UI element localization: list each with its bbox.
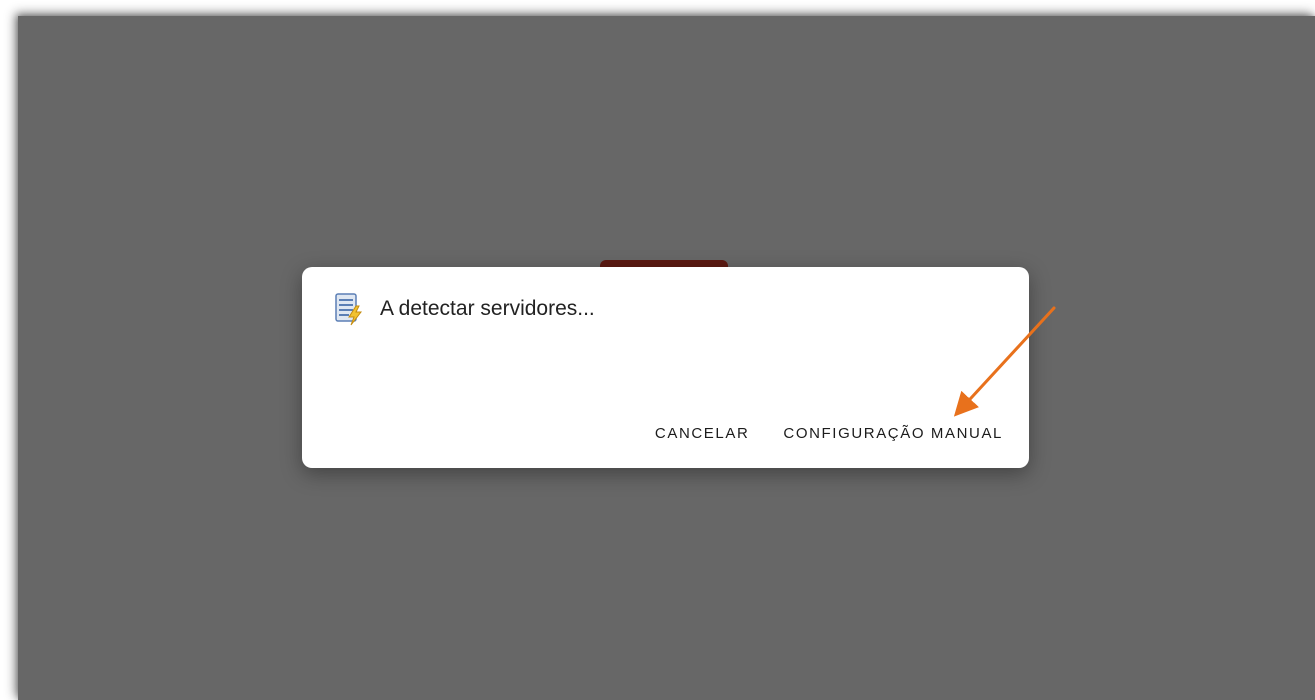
server-detect-icon: [332, 291, 368, 327]
server-detection-dialog: A detectar servidores... CANCELAR CONFIG…: [302, 267, 1029, 468]
cancel-button[interactable]: CANCELAR: [653, 421, 752, 446]
app-screen: A detectar servidores... CANCELAR CONFIG…: [18, 16, 1315, 700]
manual-config-button[interactable]: CONFIGURAÇÃO MANUAL: [781, 421, 1005, 446]
dialog-header: A detectar servidores...: [332, 291, 595, 327]
dialog-title: A detectar servidores...: [380, 297, 595, 320]
dialog-actions: CANCELAR CONFIGURAÇÃO MANUAL: [653, 421, 1005, 446]
